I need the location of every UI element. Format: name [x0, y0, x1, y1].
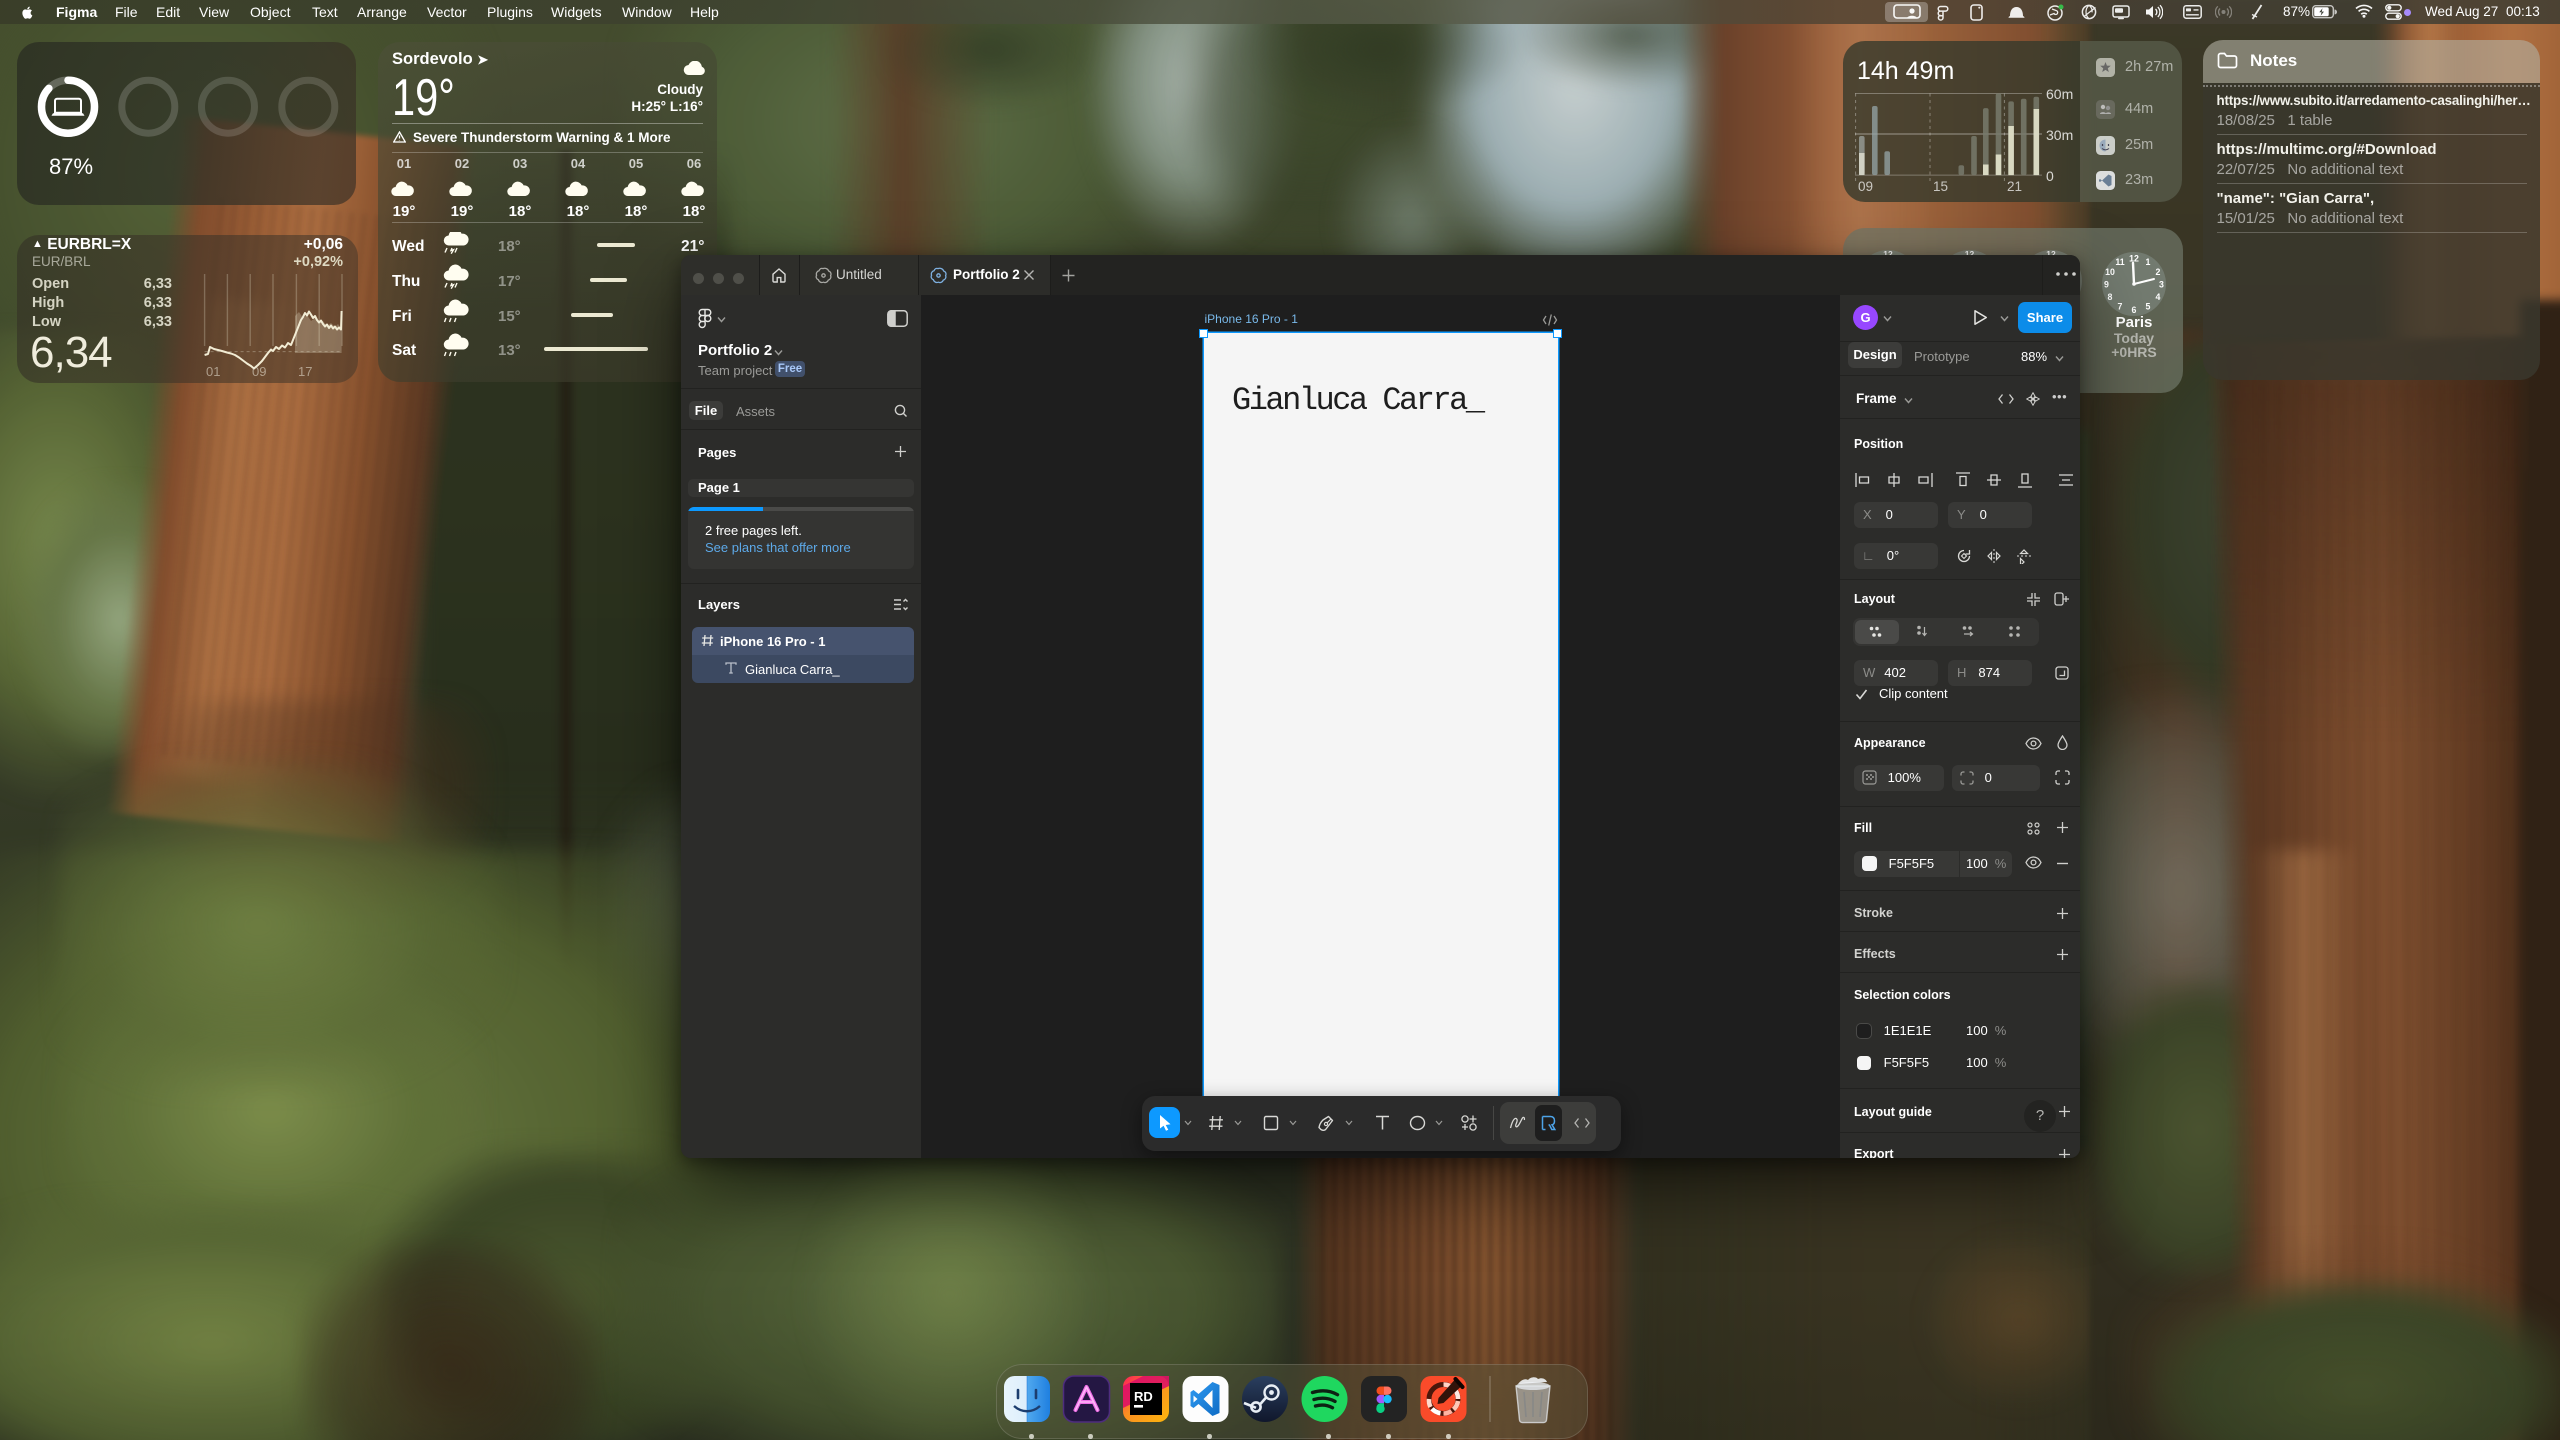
- svg-text:3: 3: [2159, 280, 2164, 290]
- svg-text:1: 1: [2146, 257, 2151, 267]
- svg-text:2: 2: [2156, 267, 2161, 277]
- svg-text:RD: RD: [1134, 1389, 1153, 1404]
- svg-text:5: 5: [2146, 302, 2151, 312]
- svg-text:4: 4: [2156, 292, 2161, 302]
- svg-text:01: 01: [206, 364, 220, 379]
- svg-text:17: 17: [298, 364, 312, 379]
- svg-text:09: 09: [252, 364, 266, 379]
- svg-text:12: 12: [2129, 254, 2139, 264]
- svg-text:10: 10: [2105, 267, 2115, 277]
- svg-text:8: 8: [2108, 292, 2113, 302]
- svg-text:7: 7: [2118, 302, 2123, 312]
- svg-text:11: 11: [2115, 257, 2124, 267]
- svg-text:9: 9: [2104, 280, 2109, 290]
